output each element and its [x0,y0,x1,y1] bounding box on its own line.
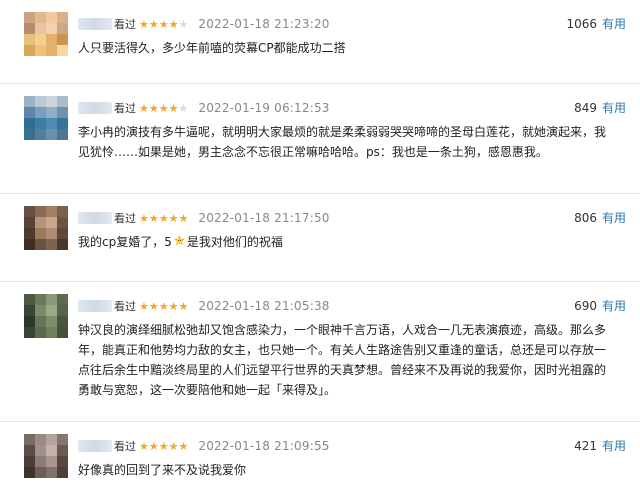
vote-count: 1066 [566,16,597,31]
star-icon: ★ [148,211,159,225]
sun-emoji-icon [173,235,185,246]
rating-stars: ★ ★ ★ ★ ★ [139,213,188,224]
watched-label: 看过 [114,300,136,313]
review-text-part: 是我对他们的祝福 [186,235,283,249]
star-icon: ★ [158,17,169,31]
watched-label: 看过 [114,440,136,453]
review-text: 好像真的回到了来不及说我爱你 [78,463,247,477]
star-icon: ★ [139,439,149,453]
rating-stars: ★ ★ ★ ★ ★ [139,19,188,30]
star-icon: ★ [148,299,159,313]
review-text: 李小冉的演技有多牛逼呢，就明明大家最烦的就是柔柔弱弱哭哭啼啼的圣母白莲花，就她演… [78,125,607,159]
star-icon: ★ [158,211,169,225]
avatar[interactable] [24,206,68,250]
star-icon: ★ [139,211,149,225]
username-blurred[interactable] [78,440,112,452]
review-item: 看过 ★ ★ ★ ★ ★ 2022-01-19 06:12:53 849 有用 李小冉的… [0,84,640,194]
review-time: 2022-01-18 21:23:20 [198,17,330,31]
star-icon: ★ [178,101,189,115]
avatar[interactable] [24,12,68,56]
star-icon: ★ [139,299,149,313]
star-icon: ★ [148,17,159,31]
username-blurred[interactable] [78,102,112,114]
star-icon: ★ [139,17,149,31]
review-time: 2022-01-18 21:17:50 [198,211,330,225]
star-icon: ★ [168,17,179,31]
watched-label: 看过 [114,18,136,31]
review-list: 看过 ★ ★ ★ ★ ★ 2022-01-18 21:23:20 1066 有用 人只要… [0,0,640,498]
star-icon: ★ [139,101,149,115]
star-icon: ★ [158,299,169,313]
review-time: 2022-01-18 21:09:55 [198,439,330,453]
review-text: 我的cp复婚了，5 是我对他们的祝福 [78,232,610,252]
useful-button[interactable]: 有用 [602,297,626,314]
rating-stars: ★ ★ ★ ★ ★ [139,441,188,452]
star-icon: ★ [148,101,159,115]
review-text: 人只要活得久，多少年前嗑的荧幕CP都能成功二搭 [78,41,346,55]
star-icon: ★ [178,211,189,225]
watched-label: 看过 [114,212,136,225]
review-text: 钟汉良的演绎细腻松弛却又饱含感染力，一个眼神千言万语，人戏合一几无表演痕迹，高级… [78,323,607,397]
useful-button[interactable]: 有用 [602,15,626,32]
vote-count: 849 [574,100,597,115]
useful-button[interactable]: 有用 [602,99,626,116]
star-icon: ★ [178,439,189,453]
vote-count: 421 [574,438,597,453]
star-icon: ★ [178,17,189,31]
avatar[interactable] [24,294,68,338]
vote-count: 806 [574,210,597,225]
avatar[interactable] [24,96,68,140]
watched-label: 看过 [114,102,136,115]
useful-button[interactable]: 有用 [602,209,626,226]
star-icon: ★ [168,299,179,313]
star-icon: ★ [158,101,169,115]
review-text-part: 我的cp复婚了，5 [78,235,172,249]
review-item: 看过 ★ ★ ★ ★ ★ 2022-01-18 21:17:50 806 有用 我的cp… [0,194,640,282]
star-icon: ★ [158,439,169,453]
rating-stars: ★ ★ ★ ★ ★ [139,301,188,312]
star-icon: ★ [148,439,159,453]
review-time: 2022-01-18 21:05:38 [198,299,330,313]
username-blurred[interactable] [78,212,112,224]
vote-count: 690 [574,298,597,313]
avatar[interactable] [24,434,68,478]
username-blurred[interactable] [78,18,112,30]
review-item: 看过 ★ ★ ★ ★ ★ 2022-01-18 21:09:55 421 有用 好像真的… [0,422,640,498]
rating-stars: ★ ★ ★ ★ ★ [139,103,188,114]
username-blurred[interactable] [78,300,112,312]
review-item: 看过 ★ ★ ★ ★ ★ 2022-01-18 21:23:20 1066 有用 人只要… [0,0,640,84]
review-time: 2022-01-19 06:12:53 [198,101,330,115]
star-icon: ★ [178,299,189,313]
useful-button[interactable]: 有用 [602,437,626,454]
star-icon: ★ [168,439,179,453]
review-item: 看过 ★ ★ ★ ★ ★ 2022-01-18 21:05:38 690 有用 钟汉良的… [0,282,640,422]
star-icon: ★ [168,211,179,225]
star-icon: ★ [168,101,179,115]
